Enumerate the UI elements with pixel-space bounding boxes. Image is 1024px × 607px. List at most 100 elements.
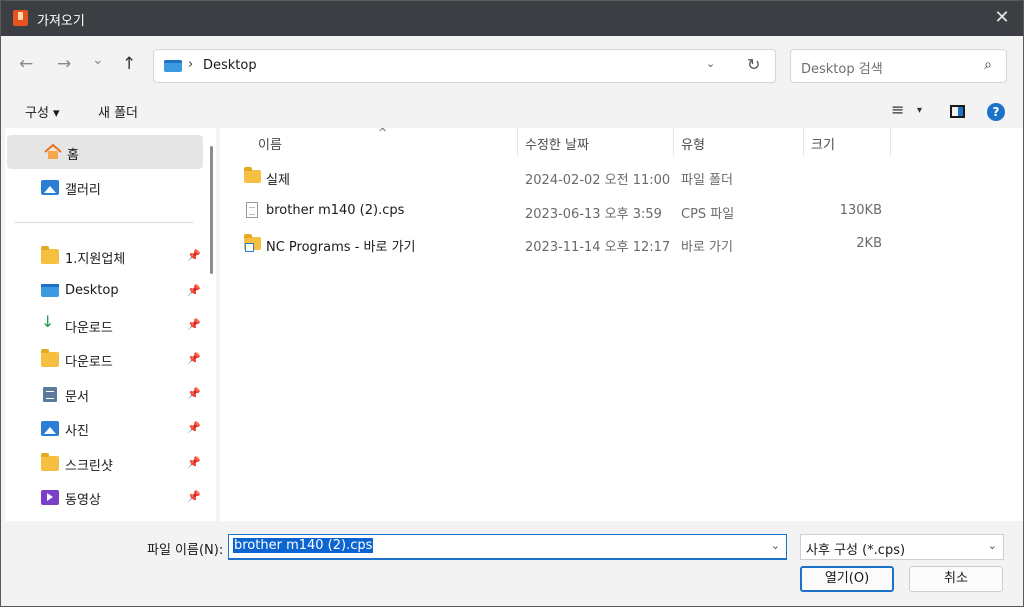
file-row-nc-programs-shortcut[interactable]: NC Programs - 바로 가기 2023-11-14 오후 12:17 … bbox=[240, 229, 900, 259]
search-input[interactable]: Desktop 검색 ⌕ bbox=[790, 49, 1007, 83]
pin-icon[interactable]: 📌 bbox=[187, 318, 201, 331]
sidebar-item-1-support-vendors[interactable]: 1.지원업체 📌 bbox=[5, 239, 205, 273]
pin-icon[interactable]: 📌 bbox=[187, 284, 201, 297]
sidebar-item-label: 동영상 bbox=[65, 493, 101, 508]
column-divider[interactable] bbox=[517, 128, 518, 156]
file-icon bbox=[246, 202, 258, 218]
desktop-icon bbox=[41, 284, 59, 297]
new-folder-button[interactable]: 새 폴더 bbox=[98, 102, 138, 121]
sidebar-item-label: 다운로드 bbox=[65, 321, 113, 336]
folder-icon bbox=[41, 349, 59, 367]
close-icon[interactable]: ✕ bbox=[989, 5, 1015, 31]
sidebar-item-documents[interactable]: 문서 📌 bbox=[5, 377, 205, 411]
desktop-icon bbox=[164, 60, 182, 72]
sidebar-item-screenshots[interactable]: 스크린샷 📌 bbox=[5, 446, 205, 480]
file-type-filter-value: 사후 구성 (*.cps) bbox=[806, 543, 906, 558]
column-divider[interactable] bbox=[803, 128, 804, 156]
pin-icon[interactable]: 📌 bbox=[187, 352, 201, 365]
file-date: 2023-11-14 오후 12:17 bbox=[525, 240, 671, 255]
file-row-folder-silje[interactable]: 실제 2024-02-02 오전 11:00 파일 폴더 bbox=[240, 162, 900, 192]
folder-icon bbox=[244, 167, 261, 183]
sidebar-item-pictures[interactable]: 사진 📌 bbox=[5, 411, 205, 445]
sidebar-item-home[interactable]: 홈 bbox=[7, 135, 203, 169]
download-icon: ↓ bbox=[41, 312, 55, 331]
file-size: 130KB bbox=[839, 203, 882, 218]
column-header-date[interactable]: 수정한 날짜 bbox=[525, 134, 589, 153]
sort-ascending-icon: ^ bbox=[378, 126, 388, 139]
view-dropdown-icon[interactable]: ▾ bbox=[917, 105, 922, 116]
file-name: brother m140 (2).cps bbox=[266, 203, 405, 218]
open-button[interactable]: 열기(O) bbox=[800, 566, 894, 592]
file-date: 2024-02-02 오전 11:00 bbox=[525, 173, 671, 188]
sidebar-item-label: 다운로드 bbox=[65, 355, 113, 370]
chevron-down-icon[interactable]: ⌄ bbox=[706, 57, 715, 70]
home-icon bbox=[44, 143, 62, 159]
file-row-brother-cps[interactable]: brother m140 (2).cps 2023-06-13 오후 3:59 … bbox=[240, 196, 900, 226]
sidebar-scrollbar[interactable] bbox=[210, 146, 213, 274]
search-placeholder: Desktop 검색 bbox=[801, 62, 883, 77]
search-icon[interactable]: ⌕ bbox=[984, 57, 992, 73]
shortcut-folder-icon bbox=[244, 234, 261, 252]
sidebar-divider bbox=[15, 222, 193, 223]
sidebar-item-label: Desktop bbox=[65, 283, 119, 298]
column-divider[interactable] bbox=[673, 128, 674, 156]
folder-icon bbox=[41, 453, 59, 471]
cancel-button[interactable]: 취소 bbox=[909, 566, 1003, 592]
pictures-icon bbox=[41, 421, 59, 436]
sidebar-item-downloads-folder[interactable]: 다운로드 📌 bbox=[5, 342, 205, 376]
organize-button[interactable]: 구성 ▾ bbox=[25, 102, 60, 121]
sidebar-item-desktop[interactable]: Desktop 📌 bbox=[5, 274, 205, 308]
help-icon[interactable]: ? bbox=[987, 103, 1005, 121]
pin-icon[interactable]: 📌 bbox=[187, 490, 201, 503]
chevron-down-icon[interactable]: ⌄ bbox=[988, 539, 997, 552]
document-icon bbox=[43, 387, 57, 402]
filename-value: brother m140 (2).cps bbox=[233, 538, 374, 553]
filename-input[interactable]: brother m140 (2).cps ⌄ bbox=[228, 534, 787, 560]
sidebar-item-label: 홈 bbox=[67, 148, 79, 163]
file-name: NC Programs - 바로 가기 bbox=[266, 240, 416, 255]
file-type-filter-select[interactable]: 사후 구성 (*.cps) ⌄ bbox=[800, 534, 1004, 560]
sidebar-item-label: 스크린샷 bbox=[65, 459, 113, 474]
recent-locations-chevron-icon[interactable]: ⌄ bbox=[92, 50, 104, 70]
file-list: 이름 ^ 수정한 날짜 유형 크기 실제 2024-02-02 오전 11:00… bbox=[220, 126, 1023, 521]
file-type: 파일 폴더 bbox=[681, 173, 733, 188]
window-title: 가져오기 bbox=[37, 14, 85, 29]
sidebar-item-gallery[interactable]: 갤러리 bbox=[5, 170, 205, 204]
pin-icon[interactable]: 📌 bbox=[187, 421, 201, 434]
pin-icon[interactable]: 📌 bbox=[187, 456, 201, 469]
refresh-icon[interactable]: ↻ bbox=[747, 55, 760, 74]
navigation-bar: ← → ⌄ ↑ › Desktop ⌄ ↻ Desktop 검색 ⌕ bbox=[1, 36, 1023, 94]
command-bar: 구성 ▾ 새 폴더 ≡ ▾ ? bbox=[1, 94, 1023, 128]
up-arrow-icon[interactable]: ↑ bbox=[122, 54, 136, 74]
sidebar-item-label: 1.지원업체 bbox=[65, 252, 126, 267]
column-header-size[interactable]: 크기 bbox=[811, 134, 835, 153]
sidebar-item-label: 사진 bbox=[65, 424, 89, 439]
folder-icon bbox=[41, 246, 59, 264]
import-dialog: 가져오기 ✕ ← → ⌄ ↑ › Desktop ⌄ ↻ Desktop 검색 … bbox=[0, 0, 1024, 607]
title-bar: 가져오기 ✕ bbox=[1, 1, 1023, 36]
file-size: 2KB bbox=[856, 236, 882, 251]
videos-icon bbox=[41, 490, 59, 505]
forward-arrow-icon[interactable]: → bbox=[57, 54, 71, 74]
file-type: 바로 가기 bbox=[681, 240, 733, 255]
preview-pane-icon[interactable] bbox=[950, 105, 965, 118]
breadcrumb-desktop[interactable]: Desktop bbox=[203, 58, 257, 73]
pin-icon[interactable]: 📌 bbox=[187, 249, 201, 262]
chevron-down-icon[interactable]: ⌄ bbox=[771, 539, 780, 552]
view-options-icon[interactable]: ≡ bbox=[891, 100, 904, 119]
sidebar-item-downloads[interactable]: ↓ 다운로드 📌 bbox=[5, 308, 205, 342]
filename-label: 파일 이름(N): bbox=[147, 543, 224, 558]
file-name: 실제 bbox=[266, 173, 290, 188]
sidebar-item-label: 문서 bbox=[65, 390, 89, 405]
file-date: 2023-06-13 오후 3:59 bbox=[525, 207, 662, 222]
breadcrumb-separator: › bbox=[188, 57, 194, 72]
back-arrow-icon[interactable]: ← bbox=[19, 54, 33, 74]
sidebar-item-videos[interactable]: 동영상 📌 bbox=[5, 480, 205, 514]
file-type: CPS 파일 bbox=[681, 207, 735, 222]
column-divider[interactable] bbox=[890, 128, 891, 156]
pin-icon[interactable]: 📌 bbox=[187, 387, 201, 400]
navigation-pane: 홈 갤러리 1.지원업체 📌 Desktop 📌 ↓ 다운로드 📌 다운로드 📌 bbox=[5, 128, 216, 521]
column-header-type[interactable]: 유형 bbox=[681, 134, 705, 153]
column-header-name[interactable]: 이름 bbox=[258, 134, 282, 153]
address-bar[interactable]: › Desktop ⌄ ↻ bbox=[153, 49, 776, 83]
